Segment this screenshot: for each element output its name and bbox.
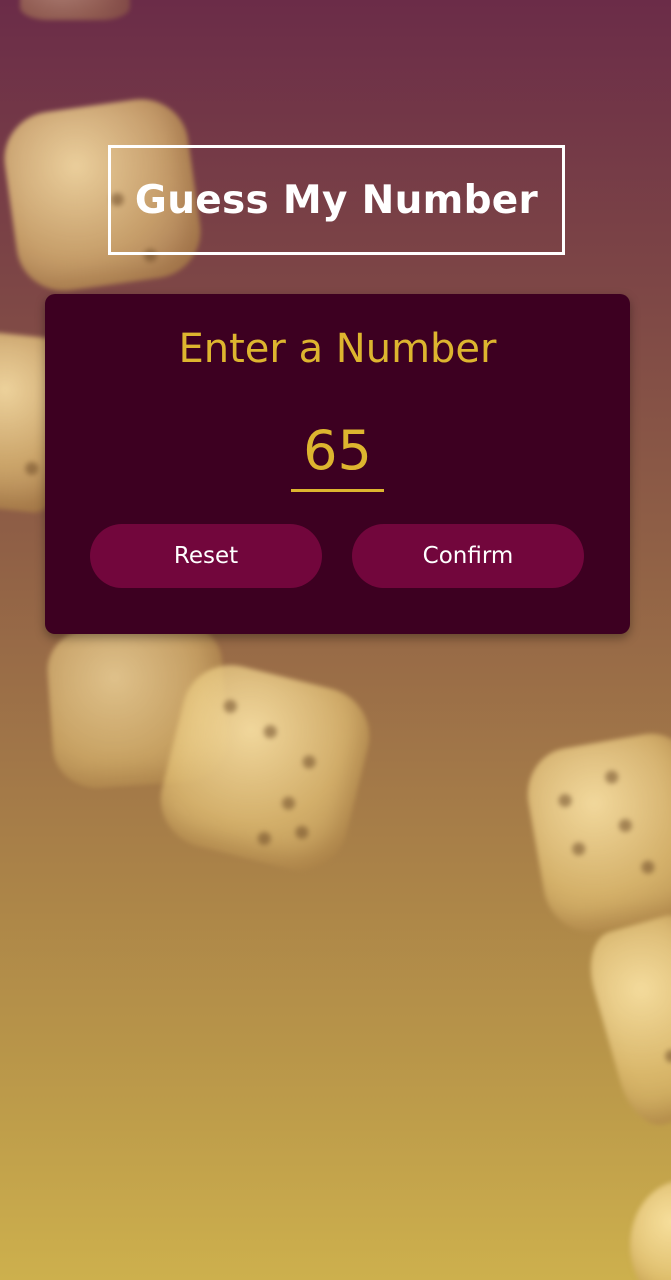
page-title: Guess My Number <box>134 177 539 223</box>
die-graphic <box>579 907 671 1133</box>
number-input[interactable] <box>291 412 384 492</box>
enter-number-label: Enter a Number <box>178 326 497 372</box>
die-graphic <box>20 0 130 20</box>
die-graphic <box>520 726 671 939</box>
title-box: Guess My Number <box>108 145 565 255</box>
confirm-button[interactable]: Confirm <box>352 524 584 588</box>
die-graphic <box>630 1180 671 1280</box>
number-input-card: Enter a Number Reset Confirm <box>45 294 630 634</box>
reset-button[interactable]: Reset <box>90 524 322 588</box>
